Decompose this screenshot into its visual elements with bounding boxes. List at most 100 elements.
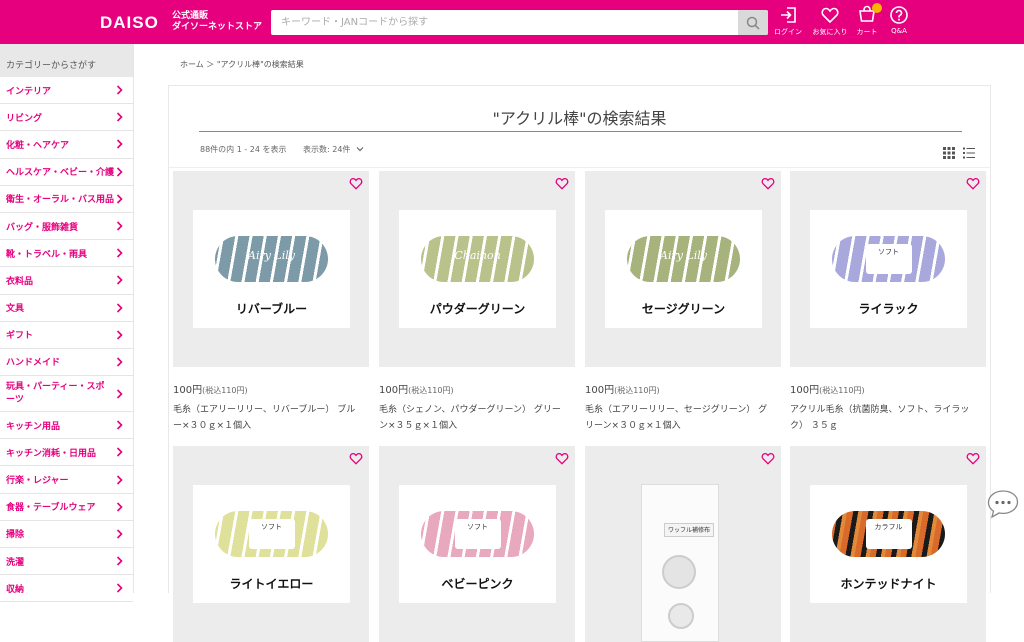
sidebar-item[interactable]: 衣料品 (0, 267, 133, 295)
favorite-heart-icon[interactable] (761, 452, 775, 465)
sidebar-item[interactable]: 行楽・レジャー (0, 466, 133, 494)
product-photo: ソフト ライラック (810, 210, 967, 328)
page-title: "アクリル棒"の検索結果 (492, 109, 667, 128)
login-icon (781, 7, 796, 23)
list-view-button[interactable] (963, 144, 975, 163)
product-image[interactable]: Chainon パウダーグリーン (379, 171, 575, 367)
package-label: ワッフル補修布 (664, 523, 714, 537)
sidebar-item-label: 掃除 (6, 530, 25, 541)
favorite-heart-icon[interactable] (349, 177, 363, 190)
category-list: インテリア リビング 化粧・ヘアケア ヘルスケア・ベビー・介護衛生・オーラル・バス用品… (0, 77, 133, 603)
favorite-heart-icon[interactable] (966, 452, 980, 465)
list-view-icon (963, 147, 975, 159)
sidebar-item[interactable]: バッグ・服飾雑貨 (0, 213, 133, 241)
search-button[interactable] (738, 10, 768, 35)
product-package: ワッフル補修布 (641, 484, 719, 642)
yarn-brand-label: ソフト (454, 519, 501, 549)
product-card[interactable]: ソフト ライトイエロー (173, 446, 369, 642)
product-card[interactable]: Chainon パウダーグリーン 100円(税込110円) 毛糸（シェノン、パウダーグ… (379, 171, 575, 434)
title-divider (199, 131, 962, 132)
sidebar-item[interactable]: キッチン消耗・日用品 (0, 439, 133, 467)
chevron-right-icon (116, 167, 123, 177)
per-page-select[interactable]: 表示数: 24件 (303, 144, 364, 155)
package-disc (662, 555, 696, 589)
breadcrumb[interactable]: ホーム ＞ "アクリル棒"の検索結果 (180, 59, 304, 70)
chevron-right-icon (116, 556, 123, 566)
search-icon (746, 16, 760, 30)
sidebar-item[interactable]: インテリア (0, 77, 133, 105)
yarn-skein: Airy Lily (215, 236, 328, 282)
product-image[interactable]: ワッフル補修布 (585, 446, 781, 642)
product-image[interactable]: カラフル ホンテッドナイト (790, 446, 986, 642)
daiso-logo[interactable]: DAISO (100, 13, 159, 33)
chevron-right-icon (116, 529, 123, 539)
price-value: 100円 (173, 385, 203, 396)
product-name[interactable]: アクリル毛糸（抗菌防臭、ソフト、ライラッ ク） ３５ｇ (790, 402, 986, 434)
sidebar-item-label: 衛生・オーラル・バス用品 (6, 195, 115, 206)
sidebar-item[interactable]: ハンドメイド (0, 349, 133, 377)
product-name[interactable]: 毛糸（エアリーリリー、リバーブルー） ブル ー×３０ｇ×１個入 (173, 402, 369, 434)
favorite-heart-icon[interactable] (761, 177, 775, 190)
chevron-right-icon (116, 248, 123, 258)
chevron-right-icon (116, 474, 123, 485)
search-input[interactable] (271, 10, 737, 35)
sidebar-item[interactable]: キッチン用品 (0, 412, 133, 440)
product-card[interactable]: ワッフル補修布 (585, 446, 781, 642)
category-sidebar: カテゴリーからさがす インテリア リビング 化粧・ヘアケア ヘルスケア・ベビー・介護衛… (0, 44, 134, 603)
sidebar-item[interactable]: 収納 (0, 575, 133, 603)
color-name-label: ライラック (858, 302, 919, 316)
sidebar-item[interactable]: ヘルスケア・ベビー・介護 (0, 159, 133, 186)
product-card[interactable]: ソフト ライラック 100円(税込110円) アクリル毛糸（抗菌防臭、ソフト、ライラッ… (790, 171, 986, 434)
price-tax: (税込110円) (819, 386, 865, 395)
yarn-brand-label: Airy Lily (660, 249, 707, 262)
login-label: ログイン (774, 28, 802, 36)
sidebar-item[interactable]: ギフト (0, 322, 133, 349)
logo-subtitle-line-1: 公式通販 (172, 11, 209, 21)
product-card[interactable]: カラフル ホンテッドナイト (790, 446, 986, 642)
price-value: 100円 (585, 385, 615, 396)
color-name-label: リバーブルー (235, 302, 308, 316)
yarn-brand-label: Airy Lily (248, 249, 295, 262)
sidebar-item[interactable]: リビング (0, 104, 133, 132)
product-image[interactable]: ソフト ライラック (790, 171, 986, 367)
favorite-heart-icon[interactable] (349, 452, 363, 465)
color-name-label: ホンテッドナイト (840, 577, 937, 591)
sidebar-item[interactable]: 食器・テーブルウェア (0, 494, 133, 521)
product-card[interactable]: ソフト ベビーピンク (379, 446, 575, 642)
yarn-brand-label: Chainon (454, 249, 501, 262)
package-disc (668, 603, 694, 629)
logo-subtitle[interactable]: 公式通販 ダイソーネットストア (172, 11, 262, 33)
product-name[interactable]: 毛糸（エアリーリリー、セージグリーン） グリーン×３０ｇ×１個入 (585, 402, 781, 434)
sidebar-item[interactable]: 洗濯 (0, 548, 133, 576)
sidebar-title: カテゴリーからさがす (0, 44, 133, 77)
qa-link[interactable]: Q&A (877, 5, 921, 39)
product-price: 100円(税込110円) (173, 381, 369, 396)
favorite-heart-icon[interactable] (555, 452, 569, 465)
sidebar-item[interactable]: 化粧・ヘアケア (0, 131, 133, 159)
product-card[interactable]: Airy Lily リバーブルー 100円(税込110円) 毛糸（エアリーリリー、リバ… (173, 171, 369, 434)
favorite-heart-icon[interactable] (966, 177, 980, 190)
product-photo: カラフル ホンテッドナイト (810, 485, 967, 603)
chevron-right-icon (116, 388, 123, 399)
chat-button[interactable] (986, 488, 1020, 524)
product-image[interactable]: ソフト ベビーピンク (379, 446, 575, 642)
help-icon (890, 6, 908, 24)
product-image[interactable]: Airy Lily リバーブルー (173, 171, 369, 367)
product-name-line: ー×３０ｇ×１個入 (173, 421, 252, 431)
chevron-right-icon (116, 420, 123, 430)
product-card[interactable]: Airy Lily セージグリーン 100円(税込110円) 毛糸（エアリーリリー、セ… (585, 171, 781, 434)
login-link[interactable]: ログイン (766, 5, 810, 39)
product-name[interactable]: 毛糸（シェノン、パウダーグリーン） グリー ン×３５ｇ×１個入 (379, 402, 575, 434)
favorite-heart-icon[interactable] (555, 177, 569, 190)
sidebar-item[interactable]: 掃除 (0, 521, 133, 548)
sidebar-item[interactable]: 靴・トラベル・雨具 (0, 240, 133, 268)
product-image[interactable]: ソフト ライトイエロー (173, 446, 369, 642)
search-box (271, 10, 768, 35)
sidebar-item[interactable]: 文具 (0, 295, 133, 322)
sidebar-item[interactable]: 衛生・オーラル・バス用品 (0, 186, 133, 213)
sidebar-item[interactable]: 玩具・パーティー・スポーツ (0, 376, 133, 413)
sidebar-item-label: 食器・テーブルウェア (6, 503, 96, 514)
yarn-skein: ソフト (215, 511, 328, 557)
product-image[interactable]: Airy Lily セージグリーン (585, 171, 781, 367)
grid-view-button[interactable] (943, 144, 955, 163)
